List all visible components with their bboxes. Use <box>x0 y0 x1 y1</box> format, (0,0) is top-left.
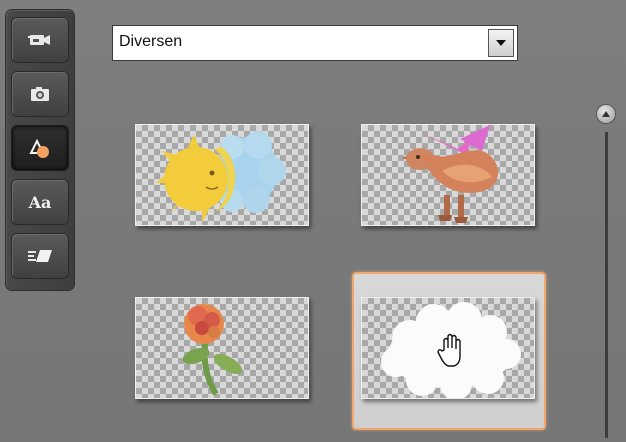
bird-clipart-icon <box>402 125 499 223</box>
video-camera-icon <box>28 35 50 45</box>
title-tool-button[interactable]: Aa <box>12 180 68 224</box>
chevron-up-icon <box>602 111 610 117</box>
category-dropdown-value: Diversen <box>119 33 183 50</box>
dropdown-arrow-button[interactable] <box>488 29 514 57</box>
transition-icon <box>28 250 52 262</box>
clipart-thumbnail[interactable] <box>135 297 309 399</box>
flower-clipart-icon <box>182 304 243 396</box>
clipart-tool-button[interactable] <box>12 126 68 170</box>
photo-tool-button[interactable] <box>12 72 68 116</box>
clipart-panel: Aa Diversen <box>0 0 626 442</box>
transition-tool-button[interactable] <box>12 234 68 278</box>
media-type-toolbar: Aa <box>6 10 74 290</box>
clipart-thumbnail[interactable] <box>135 124 309 226</box>
photo-camera-icon <box>31 87 49 101</box>
shapes-icon <box>29 138 49 158</box>
clipart-thumbnail[interactable] <box>361 124 535 226</box>
clipart-thumbnail-selected[interactable] <box>361 297 535 399</box>
sun-moon-cloud-clipart-icon <box>156 131 286 223</box>
category-dropdown[interactable]: Diversen <box>112 25 518 61</box>
scrollbar-track[interactable] <box>605 132 608 438</box>
video-tool-button[interactable] <box>12 18 68 62</box>
cloud-clipart-icon <box>381 302 521 398</box>
chevron-down-icon <box>496 40 506 46</box>
text-icon: Aa <box>28 192 52 212</box>
scroll-up-button[interactable] <box>597 105 615 123</box>
